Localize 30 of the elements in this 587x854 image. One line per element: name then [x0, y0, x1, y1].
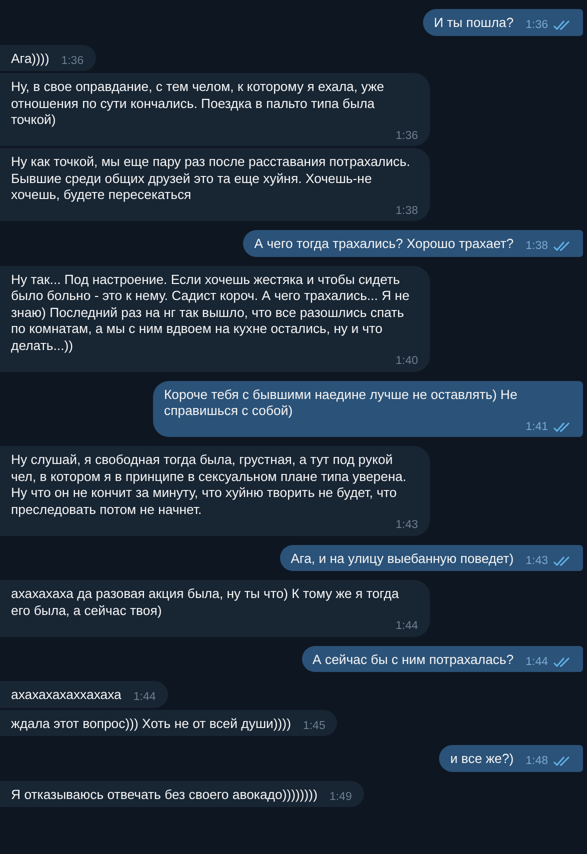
message-text: ахахахаха да разовая акция была, ну ты что) К тому же я тогда его была, а сейчас твоя)	[11, 586, 400, 619]
message-text: Я отказываюсь отвечать без своего авокадо))))))))	[11, 786, 318, 803]
message-text: А чего тогда трахались? Хорошо трахает?	[254, 236, 514, 252]
message-text: Ну, в свое оправдание, с тем челом, к которому я ехала, уже отношения по сути кончались. Поездка в пальто типа была точкой)	[11, 79, 386, 128]
message-text: ждала этот вопрос))) Хоть не от всей души))))	[11, 716, 291, 732]
message-time: 1:49	[329, 790, 352, 804]
message-time: 1:45	[302, 718, 326, 734]
message-time: 1:38	[396, 204, 418, 218]
message-text: Короче тебя с бывшими наедине лучше не оставлять) Не справишься с собой)	[164, 386, 518, 420]
message-time: 1:43	[526, 554, 548, 568]
message-time: 1:41	[526, 420, 548, 434]
message-text: Ну слушай, я свободная тогда была, грустная, а тут под рукой чел, в котором я в принципе в сексуальном плане типа уверена. Ну что он не кончит за минуту, что хуйню творить не будет, что преследовать потом не начнет.	[11, 452, 408, 518]
message-time: 1:44	[133, 690, 156, 705]
message-text: Ага, и на улицу выебанную поведет)	[290, 550, 514, 567]
message-time: 1:36	[61, 54, 84, 68]
message-time: 1:36	[526, 18, 548, 33]
message-text: Ну так... Под настроение. Если хочешь жестяка и чтобы сидеть было больно - это к нему. Садист короч. А чего трахались... Я не знаю) Последний раз на нг так вышло, что все разошлись спать по комнатам, а мы с ним вдвоем на кухне остались, ну и что делать...))	[11, 272, 410, 354]
message-time: 1:48	[526, 754, 548, 769]
message-time: 1:44	[526, 654, 548, 670]
message-text: Ну как точкой, мы еще пару раз после расставания потрахались. Бывшие среди общих друзей это та еще хуйня. Хочешь-не хочешь, будете пересекаться	[11, 154, 412, 204]
message-time: 1:38	[526, 239, 548, 254]
message-text: И ты пошла?	[434, 15, 514, 32]
message-time: 1:43	[396, 518, 418, 533]
message-time: 1:40	[396, 354, 418, 369]
message-text: и все же?)	[450, 751, 514, 768]
message-time: 1:44	[396, 619, 418, 634]
message-text: А сейчас бы с ним потрахалась?	[312, 652, 514, 668]
message-time: 1:36	[396, 128, 418, 144]
message-text: ахахахахаххахаха	[11, 687, 122, 704]
message-text: Ага))))	[11, 50, 50, 67]
